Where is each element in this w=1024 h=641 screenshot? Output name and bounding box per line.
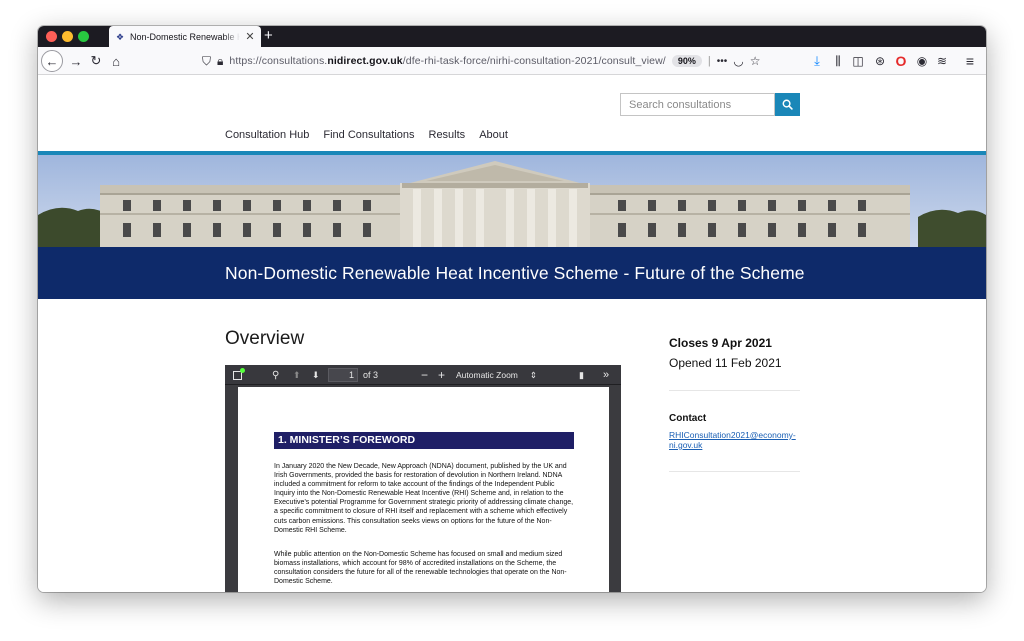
nav-about[interactable]: About	[479, 129, 508, 141]
reload-icon[interactable]: ↻	[88, 47, 104, 75]
sidebar-icon[interactable]: ◫	[850, 47, 866, 75]
zoom-level-badge[interactable]: 90%	[671, 55, 702, 67]
forward-arrow-icon[interactable]: →	[68, 47, 84, 75]
search-button[interactable]	[775, 93, 800, 116]
pocket-icon[interactable]: ◡	[733, 54, 743, 68]
tab-close-icon[interactable]: ✕	[245, 31, 255, 42]
contact-email-link[interactable]: RHIConsultation2021@economy-ni.gov.uk	[669, 430, 809, 450]
toggle-sidebar-icon[interactable]	[233, 365, 245, 385]
search-consultations-input[interactable]	[620, 93, 775, 116]
pdf-section-heading: 1. MINISTER’S FOREWORD	[274, 432, 574, 449]
main-navigation: Consultation Hub Find Consultations Resu…	[225, 129, 508, 141]
pdf-viewer[interactable]: ⚲ ⬆ ⬇ 1 of 3 − + Automatic Zoom ⇕ ▮ » 1. …	[225, 365, 621, 592]
bookmark-star-icon[interactable]: ☆	[750, 54, 761, 68]
tab-strip: ❖ Non-Domestic Renewable Heat Ince ✕ +	[38, 26, 986, 47]
pdf-paragraph-1: In January 2020 the New Decade, New Appr…	[274, 463, 574, 534]
home-icon[interactable]: ⌂	[108, 47, 124, 75]
overview-heading: Overview	[225, 328, 305, 349]
pdf-paragraph-2: While public attention on the Non-Domest…	[274, 551, 567, 586]
page-number-input[interactable]: 1	[328, 368, 358, 382]
tab-title: Non-Domestic Renewable Heat Ince	[130, 31, 240, 42]
pdf-toolbar: ⚲ ⬆ ⬇ 1 of 3 − + Automatic Zoom ⇕ ▮ »	[225, 365, 621, 385]
page-count: of 3	[363, 370, 379, 380]
closing-date: Closes 9 Apr 2021	[669, 336, 772, 350]
back-arrow-icon[interactable]: ←	[41, 50, 63, 72]
tools-menu-icon[interactable]: »	[603, 365, 609, 385]
account-icon[interactable]: ⊛	[872, 47, 888, 75]
zoom-in-icon[interactable]: +	[438, 365, 445, 385]
shield-icon[interactable]: ⛉	[202, 54, 211, 69]
navigation-toolbar: ← → ↻ ⌂ ⛉ 🔒︎ https://consultations.nidir…	[38, 47, 986, 75]
nav-consultation-hub[interactable]: Consultation Hub	[225, 129, 309, 141]
opened-date: Opened 11 Feb 2021	[669, 356, 782, 370]
next-page-icon[interactable]: ⬇	[312, 365, 320, 385]
menu-hamburger-icon[interactable]: ≡	[962, 47, 978, 75]
address-bar[interactable]: ⛉ 🔒︎ https://consultations.nidirect.gov.…	[196, 50, 760, 72]
layers-extension-icon[interactable]: ≋	[934, 47, 950, 75]
zoom-select[interactable]: Automatic Zoom ⇕	[452, 368, 538, 382]
zoom-out-icon[interactable]: −	[421, 365, 428, 385]
new-tab-icon[interactable]: +	[264, 27, 273, 45]
toolbar-separator: |	[707, 55, 711, 67]
sidebar-divider-1	[669, 390, 800, 391]
zoom-window-button[interactable]	[78, 31, 89, 42]
find-icon[interactable]: ⚲	[272, 365, 279, 385]
previous-page-icon[interactable]: ⬆	[293, 365, 301, 385]
minimize-window-button[interactable]	[62, 31, 73, 42]
url-text[interactable]: https://consultations.nidirect.gov.uk/df…	[229, 55, 665, 67]
page-content: Consultation Hub Find Consultations Resu…	[38, 76, 986, 592]
nav-results[interactable]: Results	[429, 129, 466, 141]
title-band: Non-Domestic Renewable Heat Incentive Sc…	[38, 247, 986, 299]
lock-icon[interactable]: 🔒︎	[217, 54, 223, 69]
contact-heading: Contact	[669, 413, 707, 424]
pdf-page: 1. MINISTER’S FOREWORD In January 2020 t…	[238, 387, 609, 592]
parliament-building-illustration	[38, 155, 986, 247]
site-favicon-icon: ❖	[115, 31, 125, 42]
password-extension-icon[interactable]: ◉	[914, 47, 930, 75]
bookmark-icon[interactable]: ▮	[579, 365, 584, 385]
page-title: Non-Domestic Renewable Heat Incentive Sc…	[225, 262, 805, 283]
browser-tab-active[interactable]: ❖ Non-Domestic Renewable Heat Ince ✕	[109, 26, 261, 47]
sidebar-divider-2	[669, 471, 800, 472]
downloads-icon[interactable]: ⤓	[809, 47, 825, 75]
hero-parliament-image	[38, 155, 986, 247]
browser-window: ❖ Non-Domestic Renewable Heat Ince ✕ + ←…	[38, 26, 986, 592]
page-actions-icon[interactable]: •••	[717, 56, 728, 67]
opera-extension-icon[interactable]: O	[893, 47, 909, 75]
close-window-button[interactable]	[46, 31, 57, 42]
library-icon[interactable]: ⫼	[830, 47, 846, 75]
nav-find-consultations[interactable]: Find Consultations	[323, 129, 414, 141]
search-icon	[782, 99, 793, 110]
